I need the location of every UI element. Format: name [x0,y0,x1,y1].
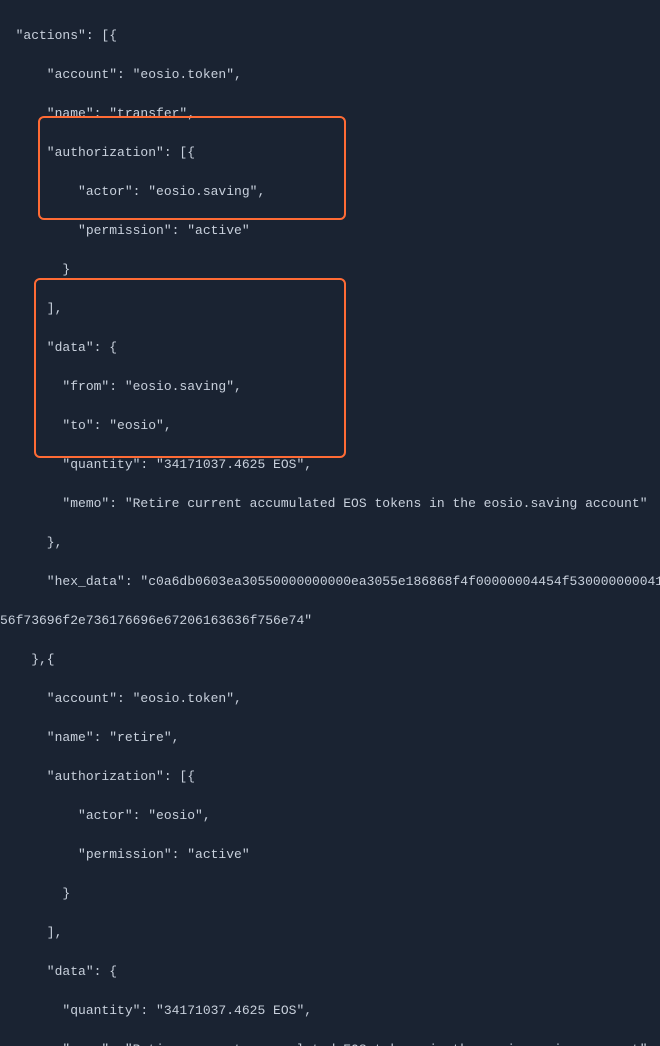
code-line: "from": "eosio.saving", [0,377,660,397]
code-line: "data": { [0,962,660,982]
code-line: "name": "transfer", [0,104,660,124]
code-line: "actor": "eosio", [0,806,660,826]
code-line: "quantity": "34171037.4625 EOS", [0,1001,660,1021]
code-line: "actor": "eosio.saving", [0,182,660,202]
code-line: ], [0,299,660,319]
code-line: "permission": "active" [0,221,660,241]
code-line: "authorization": [{ [0,143,660,163]
code-line: "quantity": "34171037.4625 EOS", [0,455,660,475]
code-line: "memo": "Retire current accumulated EOS … [0,494,660,514]
code-line: } [0,884,660,904]
code-line: },{ [0,650,660,670]
code-line: ], [0,923,660,943]
code-block: "actions": [{ "account": "eosio.token", … [0,0,660,1046]
code-line: "permission": "active" [0,845,660,865]
code-line: "account": "eosio.token", [0,689,660,709]
code-line: 56f73696f2e736176696e67206163636f756e74" [0,611,660,631]
code-line: "name": "retire", [0,728,660,748]
code-line: } [0,260,660,280]
code-line: "data": { [0,338,660,358]
code-line: }, [0,533,660,553]
code-line: "hex_data": "c0a6db0603ea30550000000000e… [0,572,660,592]
code-line: "actions": [{ [0,26,660,46]
code-line: "authorization": [{ [0,767,660,787]
code-line: "to": "eosio", [0,416,660,436]
code-line: "account": "eosio.token", [0,65,660,85]
code-line: "memo": "Retire current accumulated EOS … [0,1040,660,1046]
